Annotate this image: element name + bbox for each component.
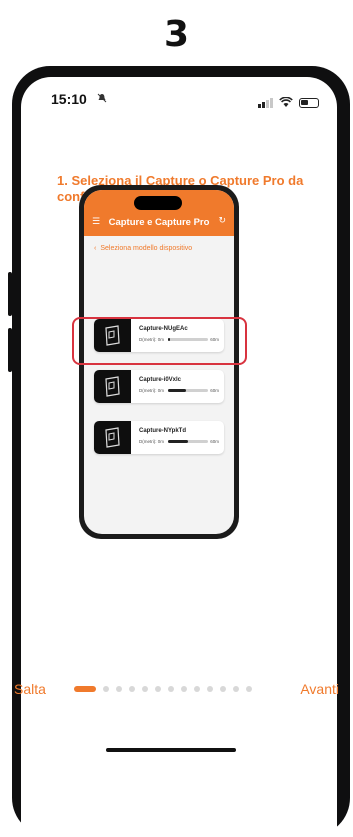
page-dot xyxy=(129,686,135,692)
page-dot xyxy=(168,686,174,692)
page-dot xyxy=(194,686,200,692)
page-dot xyxy=(116,686,122,692)
page-dot-active xyxy=(74,686,96,692)
device-card: Capture-NYpkTd D(metri): 0m 60m xyxy=(94,421,224,454)
status-icons xyxy=(258,93,319,112)
home-indicator xyxy=(106,748,236,752)
device-name: Capture-NYpkTd xyxy=(139,428,187,434)
battery-icon xyxy=(299,97,319,108)
page-dot xyxy=(181,686,187,692)
page-dot xyxy=(220,686,226,692)
inner-back-link: ‹ Seleziona modello dispositivo xyxy=(94,245,196,252)
device-max-distance: 60m xyxy=(210,439,219,444)
onboarding-nav: Salta Avanti xyxy=(0,681,353,705)
inner-app-header: ☰ Capture e Capture Pro ↻ xyxy=(84,190,234,236)
device-image xyxy=(94,421,131,454)
dynamic-island xyxy=(134,196,182,210)
page-dot xyxy=(103,686,109,692)
inner-app-title: Capture e Capture Pro xyxy=(108,217,210,228)
device-max-distance: 60m xyxy=(210,388,219,393)
signal-icon xyxy=(258,97,273,108)
distance-bar xyxy=(168,440,208,443)
device-distance: D(metri): 0m xyxy=(139,388,164,393)
page-dot xyxy=(207,686,213,692)
distance-bar xyxy=(168,389,208,392)
device-card: Capture-i0Vxlc D(metri): 0m 60m xyxy=(94,370,224,403)
status-time: 15:10 xyxy=(51,91,87,107)
page-dot xyxy=(246,686,252,692)
page-dot xyxy=(155,686,161,692)
page-dot xyxy=(142,686,148,692)
wifi-icon xyxy=(279,93,293,112)
device-name: Capture-i0Vxlc xyxy=(139,377,182,383)
step-number: 3 xyxy=(163,14,190,55)
chevron-left-icon: ‹ xyxy=(94,245,97,252)
bell-muted-icon xyxy=(97,93,107,106)
skip-button[interactable]: Salta xyxy=(14,681,46,697)
page-indicator xyxy=(74,686,252,692)
device-image xyxy=(94,370,131,403)
selection-highlight xyxy=(72,317,247,365)
next-button[interactable]: Avanti xyxy=(300,681,339,697)
inner-back-label: Seleziona modello dispositivo xyxy=(100,245,193,252)
refresh-icon: ↻ xyxy=(218,216,226,226)
device-distance: D(metri): 0m xyxy=(139,439,164,444)
status-bar: 15:10 xyxy=(21,91,337,115)
page-dot xyxy=(233,686,239,692)
